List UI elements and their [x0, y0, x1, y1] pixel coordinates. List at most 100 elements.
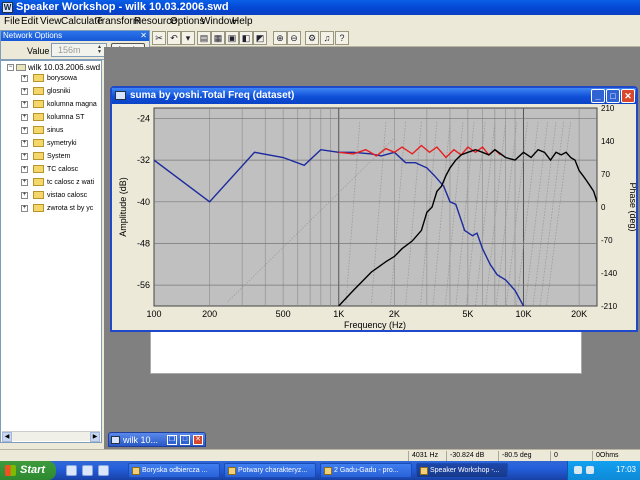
clock: 17:03 — [615, 465, 636, 474]
tree-item[interactable]: + kolumna ST — [21, 112, 84, 124]
folder-icon — [132, 467, 140, 475]
expand-icon[interactable]: + — [21, 87, 28, 95]
tree-item[interactable]: + symetryki — [21, 138, 77, 150]
tree-item[interactable]: + vistao calosc — [21, 190, 87, 202]
y2-tick-label: 140 — [601, 137, 615, 146]
expand-icon[interactable]: + — [21, 126, 28, 134]
restore-icon[interactable]: ❐ — [167, 435, 177, 445]
expand-icon[interactable]: + — [21, 74, 28, 82]
tree-item[interactable]: + sinus — [21, 125, 63, 137]
network-tray-icon[interactable] — [574, 466, 582, 474]
menu-file[interactable]: File — [4, 16, 20, 27]
tree-item[interactable]: + borysowa — [21, 73, 77, 85]
close-icon[interactable]: ✕ — [193, 435, 203, 445]
x-tick-label: 2K — [389, 309, 400, 319]
graph-window: suma by yoshi.Total Freq (dataset) _ □ ✕… — [110, 86, 638, 332]
chart-icon — [115, 91, 126, 100]
menu-options[interactable]: Options — [170, 16, 204, 27]
tree-item-label: zwrota st by yc — [47, 205, 94, 212]
tree-item[interactable]: + glosniki — [21, 86, 70, 98]
taskbar-item-label: Speaker Workshop -... — [430, 467, 500, 474]
status-phase: -80.5 deg — [498, 451, 550, 461]
expand-icon[interactable]: + — [21, 152, 28, 160]
y2-tick-label: 0 — [601, 203, 606, 212]
driver-icon[interactable]: ◧ — [239, 31, 253, 45]
frequency-response-chart[interactable]: 100 200 500 1K 2K 5K 10K 20K -24 -32 -40 -48 -56 21… — [112, 104, 636, 330]
expand-icon[interactable]: + — [21, 165, 28, 173]
speaker-icon[interactable]: ♫ — [320, 31, 334, 45]
document-icon — [111, 436, 120, 444]
tree-item-label: borysowa — [47, 75, 77, 82]
zoom-out-icon[interactable]: ⊖ — [287, 31, 301, 45]
tree-item[interactable]: + zwrota st by yc — [21, 203, 93, 215]
settings-icon[interactable]: ⚙ — [305, 31, 319, 45]
tree-item-label: TC calosc — [47, 166, 79, 173]
media-player-icon[interactable] — [98, 465, 109, 476]
expand-icon[interactable]: + — [21, 204, 28, 212]
y2-tick-label: -140 — [601, 269, 618, 278]
volume-tray-icon[interactable] — [586, 466, 594, 474]
tree-item[interactable]: + System — [21, 151, 70, 163]
x-tick-label: 1K — [333, 309, 344, 319]
minimized-window[interactable]: wilk 10... ❐ □ ✕ — [108, 432, 206, 447]
scroll-right-icon[interactable]: ▶ — [90, 432, 100, 442]
y-axis-label: Amplitude (dB) — [118, 177, 128, 237]
chart-icon[interactable]: ▦ — [211, 31, 225, 45]
y2-tick-label: 70 — [601, 170, 610, 179]
menu-edit[interactable]: Edit — [21, 16, 38, 27]
show-desktop-icon[interactable] — [66, 465, 77, 476]
y-tick-label: -40 — [137, 197, 150, 207]
close-icon[interactable]: ✕ — [140, 31, 147, 41]
menu-help[interactable]: Help — [232, 16, 253, 27]
x-tick-label: 500 — [276, 309, 291, 319]
document-icon[interactable]: ▤ — [197, 31, 211, 45]
tree-horizontal-scrollbar[interactable]: ◀ ▶ — [2, 431, 100, 442]
minimize-icon[interactable]: _ — [591, 89, 605, 103]
start-button[interactable]: Start — [0, 461, 56, 480]
status-impedance: 0Ohms — [592, 451, 638, 461]
expand-icon[interactable]: + — [21, 191, 28, 199]
undo-icon[interactable]: ↶ — [167, 31, 181, 45]
zoom-in-icon[interactable]: ⊕ — [273, 31, 287, 45]
taskbar-item[interactable]: Boryska odbiercza ... — [128, 463, 220, 478]
y-tick-label: -56 — [137, 280, 150, 290]
y2-axis-label: Phase (deg) — [628, 182, 636, 231]
collapse-icon[interactable]: − — [7, 64, 14, 72]
tree-item[interactable]: + kolumna magna — [21, 99, 97, 111]
expand-icon[interactable]: + — [21, 113, 28, 121]
menu-view[interactable]: View — [40, 16, 62, 27]
network-icon[interactable]: ▣ — [225, 31, 239, 45]
taskbar-item-active[interactable]: Speaker Workshop -... — [416, 463, 508, 478]
background-document-window[interactable] — [150, 330, 582, 374]
graph-window-titlebar[interactable]: suma by yoshi.Total Freq (dataset) _ □ ✕ — [112, 88, 636, 104]
tree-item[interactable]: + tc calosc z wati — [21, 177, 94, 189]
network-options-title-bar[interactable]: Network Options ✕ — [1, 31, 149, 41]
tree-root-label: wilk 10.03.2006.swd — [28, 63, 101, 72]
tree-item-label: symetryki — [47, 140, 77, 147]
taskbar-item[interactable]: 2 Gadu-Gadu - pro... — [320, 463, 412, 478]
tree-root[interactable]: − wilk 10.03.2006.swd — [7, 63, 100, 72]
dropdown-icon[interactable]: ▾ — [181, 31, 195, 45]
cut-icon[interactable]: ✂ — [152, 31, 166, 45]
taskbar-item[interactable]: Potwary charakteryz... — [224, 463, 316, 478]
browser-icon[interactable] — [82, 465, 93, 476]
taskbar-item-label: Boryska odbiercza ... — [142, 467, 208, 474]
value-input-text: 156m — [58, 45, 81, 55]
folder-icon — [33, 191, 44, 200]
tree-item-label: tc calosc z wati — [47, 179, 95, 186]
help-icon[interactable]: ? — [335, 31, 349, 45]
maximize-icon[interactable]: □ — [606, 89, 620, 103]
tree-item[interactable]: + TC calosc — [21, 164, 78, 176]
expand-icon[interactable]: + — [21, 100, 28, 108]
speaker-workshop-app-icon — [420, 467, 428, 475]
expand-icon[interactable]: + — [21, 139, 28, 147]
value-input[interactable]: 156m ▲ ▼ — [51, 43, 107, 57]
enclosure-icon[interactable]: ◩ — [253, 31, 267, 45]
maximize-icon[interactable]: □ — [180, 435, 190, 445]
scroll-left-icon[interactable]: ◀ — [2, 432, 12, 442]
expand-icon[interactable]: + — [21, 178, 28, 186]
app-titlebar[interactable]: W Speaker Workshop - wilk 10.03.2006.swd — [0, 0, 640, 15]
tree-item-label: sinus — [47, 127, 64, 134]
close-icon[interactable]: ✕ — [621, 89, 635, 103]
graph-window-title: suma by yoshi.Total Freq (dataset) — [130, 90, 295, 101]
